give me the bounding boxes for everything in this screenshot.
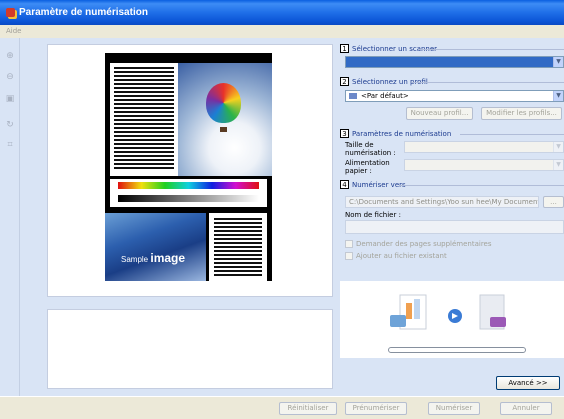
section-number: 4 [340, 180, 349, 189]
destination-path-field[interactable]: C:\Documents and Settings\Yoo sun hee\My… [345, 196, 539, 208]
rotate-icon[interactable]: ↻ [5, 120, 15, 130]
page-thumbnails[interactable] [47, 309, 333, 389]
section-number: 3 [340, 129, 349, 138]
folder-icon [490, 317, 506, 327]
scan-preview[interactable]: Sample image [47, 44, 333, 297]
text-block-2 [209, 213, 267, 281]
balloon-basket [220, 127, 227, 132]
profile-icon [349, 93, 357, 99]
menu-help[interactable]: Aide [6, 27, 21, 35]
title-bar: Paramètre de numérisation [0, 0, 564, 25]
section-number: 1 [340, 44, 349, 53]
window-title: Paramètre de numérisation [19, 7, 148, 18]
section-divider [460, 134, 564, 135]
cancel-button[interactable]: Annuler [500, 402, 552, 415]
doc-bar-2 [414, 299, 420, 319]
doc-bar-1 [406, 303, 412, 319]
text-block [110, 63, 178, 176]
chevron-down-icon[interactable]: ▼ [553, 142, 563, 152]
new-profile-button[interactable]: Nouveau profil... [406, 107, 473, 120]
section-title: Numériser vers [352, 180, 406, 189]
paper-feed-select[interactable]: ▼ [404, 159, 564, 171]
crop-icon[interactable]: ⌗ [5, 140, 15, 150]
chevron-down-icon[interactable]: ▼ [553, 91, 563, 101]
chevron-down-icon[interactable]: ▼ [553, 160, 563, 170]
zoom-in-icon[interactable]: ⊕ [5, 51, 15, 61]
reset-button[interactable]: Réinitialiser [279, 402, 337, 415]
color-test-strips [110, 179, 267, 207]
profile-select[interactable]: <Par défaut> ▼ [345, 90, 564, 102]
scan-status-panel [340, 281, 564, 358]
scan-size-select[interactable]: ▼ [404, 141, 564, 153]
scanner-icon [390, 315, 406, 327]
chevron-down-icon[interactable]: ▼ [553, 57, 563, 67]
advanced-button[interactable]: Avancé >> [496, 376, 560, 390]
profile-select-value: <Par défaut> [361, 92, 409, 100]
more-pages-checkbox[interactable] [345, 240, 353, 248]
prescan-button[interactable]: Prénumériser [345, 402, 407, 415]
filename-label: Nom de fichier : [345, 211, 401, 219]
sample-image-text: Sample image [121, 251, 185, 265]
preview-page: Sample image [105, 53, 272, 281]
section-divider [400, 185, 564, 186]
zoom-out-icon[interactable]: ⊖ [5, 72, 15, 82]
fit-page-icon[interactable]: ▣ [5, 94, 15, 104]
sample-text-bold: image [150, 251, 186, 265]
scan-progress-bar [388, 347, 526, 353]
section-title: Paramètres de numérisation [352, 129, 452, 138]
balloon-photo [178, 63, 272, 176]
section-scan-to-header: 4 Numériser vers [340, 180, 406, 189]
append-label: Ajouter au fichier existant [356, 252, 447, 260]
balloon-icon [206, 83, 241, 123]
scan-button[interactable]: Numériser [428, 402, 480, 415]
section-scan-params-header: 3 Paramètres de numérisation [340, 129, 451, 138]
more-pages-label: Demander des pages supplémentaires [356, 240, 492, 248]
browse-button[interactable]: ... [543, 196, 564, 208]
filename-field[interactable] [345, 220, 564, 234]
section-number: 2 [340, 77, 349, 86]
menu-bar: Aide [0, 25, 564, 38]
sample-image-photo: Sample image [105, 213, 206, 281]
scanner-select[interactable]: ▼ [345, 56, 564, 68]
append-checkbox[interactable] [345, 252, 353, 260]
tool-sidebar: ⊕ ⊖ ▣ ↻ ⌗ [0, 38, 20, 396]
edit-profiles-button[interactable]: Modifier les profils... [481, 107, 562, 120]
footer-bar: Réinitialiser Prénumériser Numériser Ann… [0, 396, 564, 419]
sample-text-prefix: Sample [121, 255, 151, 264]
section-divider [412, 82, 564, 83]
color-spectrum-bar [118, 182, 259, 189]
grayscale-bar [118, 195, 259, 202]
section-divider [418, 49, 564, 50]
paper-feed-label: Alimentation papier : [345, 159, 390, 175]
app-icon [6, 8, 15, 17]
scan-size-label: Taille de numérisation : [345, 141, 396, 157]
